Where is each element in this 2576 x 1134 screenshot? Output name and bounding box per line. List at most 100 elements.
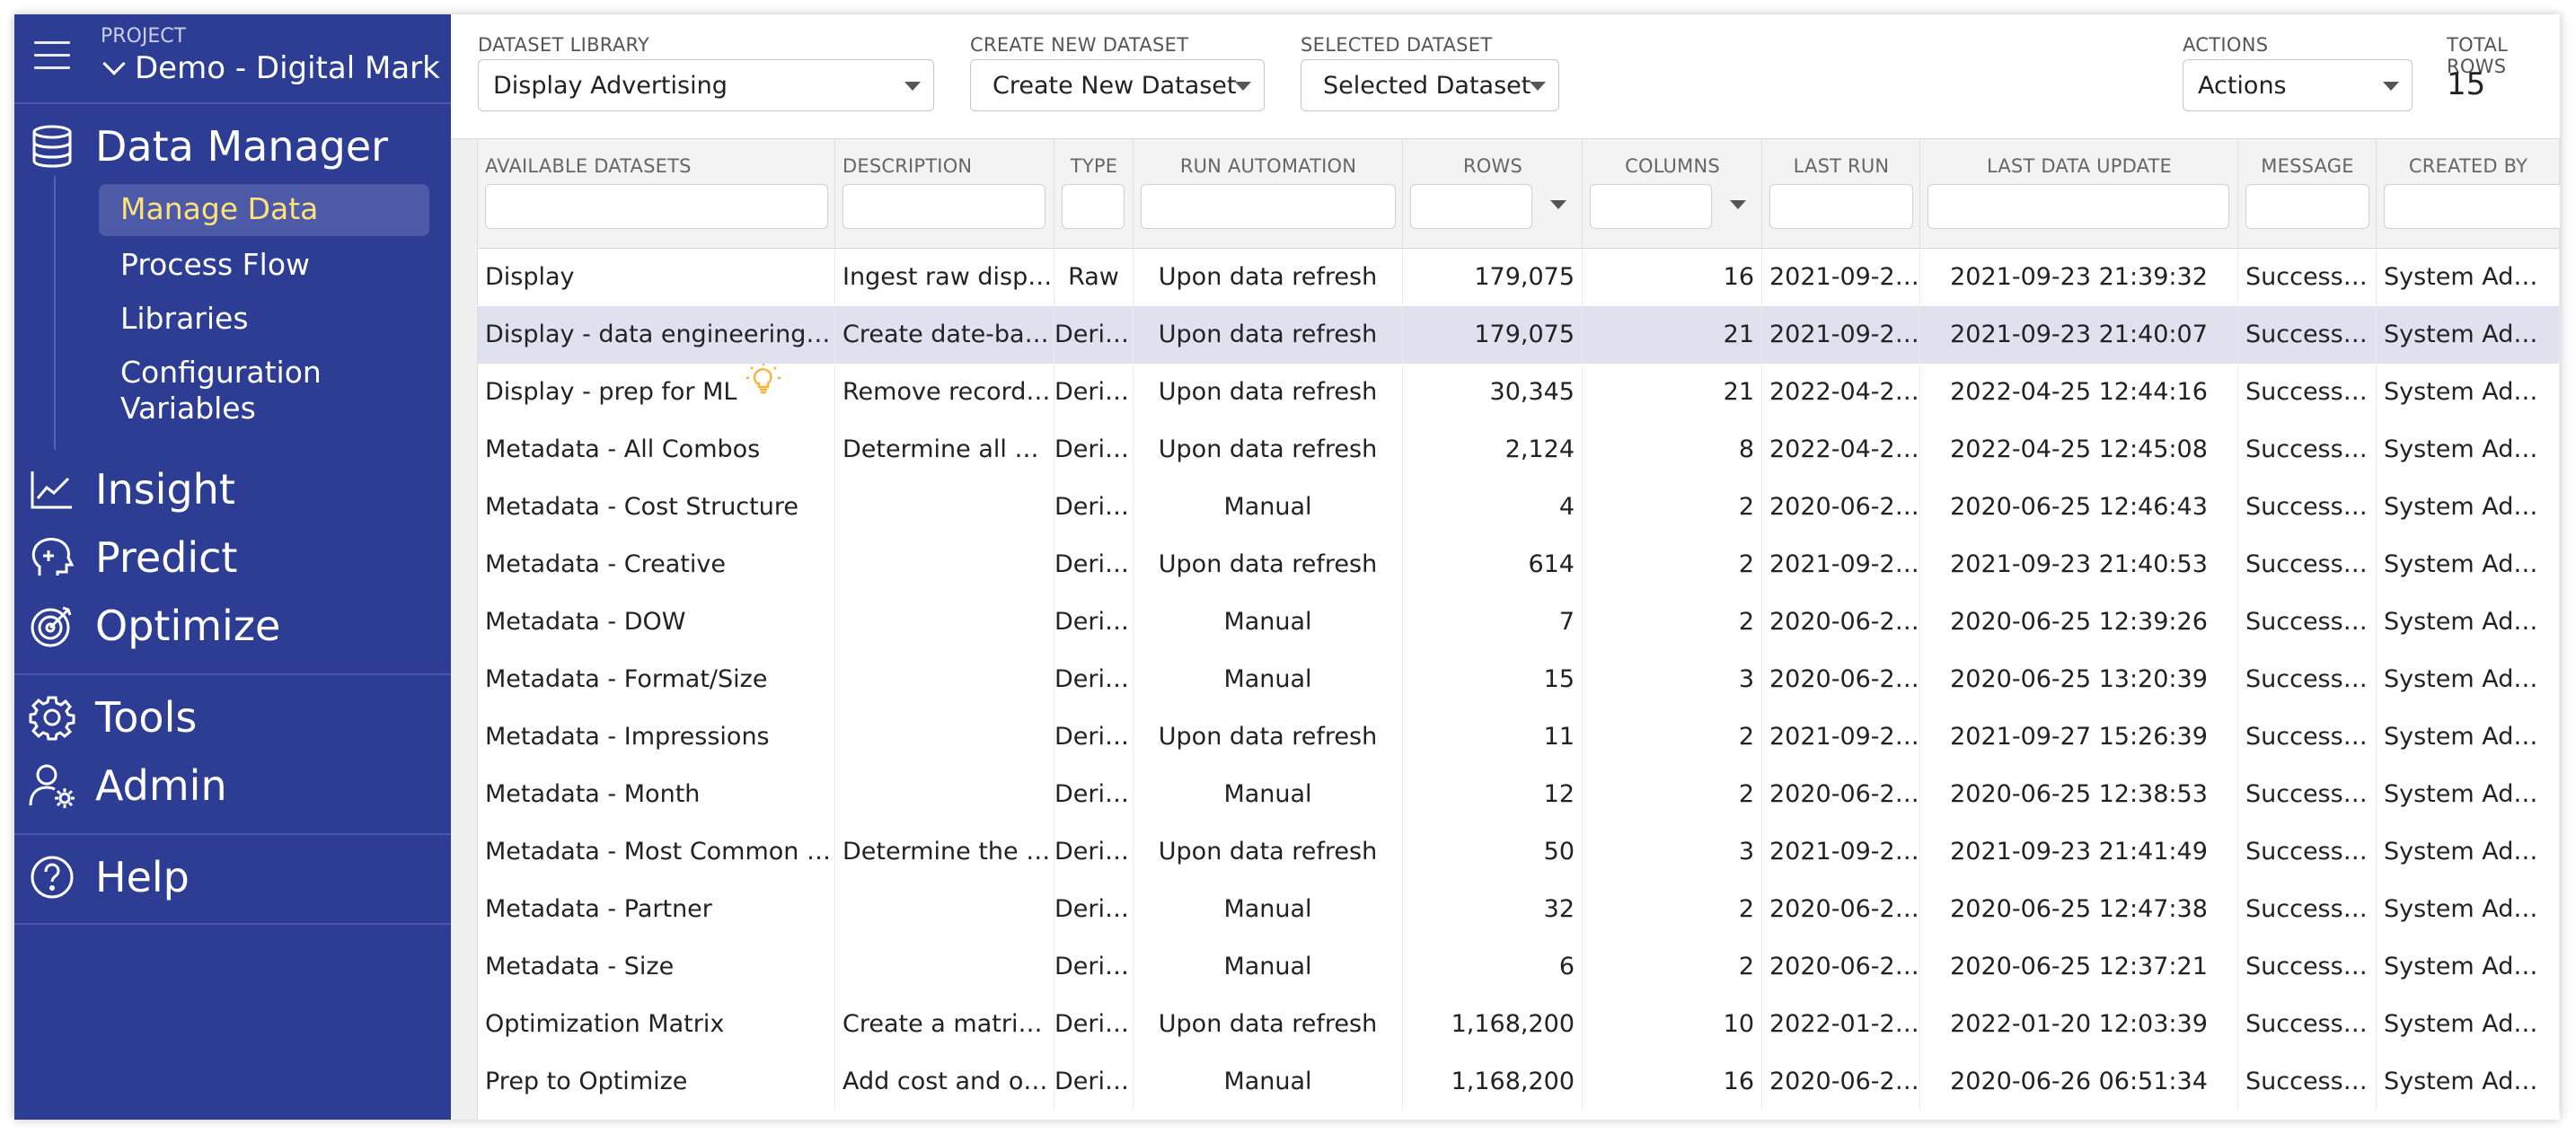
table-row[interactable]: Prep to Optimize Add cost and othe...Deri… [478,1053,2560,1111]
table-row[interactable]: Metadata - Creative Deriv... Upon data ref… [478,536,2560,593]
table-row[interactable]: Metadata - Month Deriv... Manual 12 2 2020-06… [478,766,2560,823]
nav-optimize[interactable]: Optimize [29,602,280,650]
column-filter-input[interactable] [1410,184,1532,229]
column-filter-input[interactable] [1769,184,1913,229]
column-header-description[interactable]: DESCRIPTION [835,139,1054,249]
cell-description: Create a matrix of ... [835,996,1054,1053]
cell-text: 21 [1723,378,1754,406]
cell-created-by: System Administr [2377,651,2560,708]
cell-last-run: 2022-01-20 1... [1762,996,1920,1053]
nav-sub-libraries[interactable]: Libraries [120,301,249,337]
cell-text: 2 [1738,493,1754,521]
table-row[interactable]: Metadata - DOW Deriv... Manual 7 2 2020-06-25… [478,593,2560,651]
cell-last-run: 2020-06-25 1... [1762,479,1920,536]
cell-last-run: 2022-04-25 1... [1762,421,1920,479]
column-header-run-automation[interactable]: RUN AUTOMATION [1134,139,1403,249]
column-header-available-datasets[interactable]: AVAILABLE DATASETS [478,139,835,249]
cell-columns: 21 [1583,306,1762,364]
column-header-last-run[interactable]: LAST RUN [1762,139,1920,249]
column-header-type[interactable]: TYPE [1054,139,1134,249]
nav-predict[interactable]: Predict [29,533,237,582]
target-icon [31,606,72,647]
nav-insight[interactable]: Insight [29,465,235,514]
cell-text: Upon data refresh [1158,263,1378,291]
brain-head-icon [31,538,75,576]
column-header-rows[interactable]: ROWS [1403,139,1583,249]
table-row[interactable]: Metadata - Cost Structure Deriv... Manual 4… [478,479,2560,536]
cell-text: 2 [1738,953,1754,980]
table-row[interactable]: Metadata - Most Common Crea... Determine … [478,823,2560,881]
cell-created-by: System Administr [2377,1053,2560,1111]
total-rows-value: 15 [2447,66,2486,102]
cell-type: Deriv... [1054,479,1134,536]
cell-last-data-update: 2021-09-23 21:40:53 [1920,536,2238,593]
table-row[interactable]: Display - prep for ML Remove records ...… [478,364,2560,421]
column-filter-input[interactable] [842,184,1045,229]
cell-columns: 2 [1583,881,1762,938]
nav-sub-process-flow[interactable]: Process Flow [120,247,310,283]
cell-text: Deriv... [1054,321,1134,348]
nav-data-manager[interactable]: Data Manager [29,122,388,171]
column-filter-input[interactable] [2384,184,2560,229]
nav-sub-manage-data[interactable]: Manage Data [99,184,429,236]
cell-text: 7 [1558,608,1575,636]
lightbulb-icon[interactable] [745,364,781,419]
column-header-columns[interactable]: COLUMNS [1583,139,1762,249]
cell-text: 2 [1738,780,1754,808]
cell-text: Successful ... [2245,723,2376,751]
filter-caret-icon[interactable] [1550,200,1566,209]
cell-text: Successful ... [2245,493,2376,521]
cell-description: Remove records ... [835,364,1054,421]
cell-text: 2 [1738,608,1754,636]
help-icon [31,856,74,899]
cell-text: 2022-04-25 12:44:16 [1950,378,2208,406]
dataset-library-select[interactable]: Display Advertising [478,59,934,111]
table-row[interactable]: Metadata - Format/Size Deriv... Manual 15 3 2… [478,651,2560,708]
cell-last-run: 2020-06-26 0... [1762,1053,1920,1111]
cell-text: Metadata - Creative [485,550,726,578]
column-filter-input[interactable] [1928,184,2229,229]
cell-last-data-update: 2021-09-23 21:40:07 [1920,306,2238,364]
table-row[interactable]: Metadata - All Combos Determine all uni..… [478,421,2560,479]
hamburger-menu-icon[interactable] [34,41,70,72]
nav-help[interactable]: Help [29,853,190,901]
table-row[interactable]: Metadata - Partner Deriv... Manual 32 2 2020-… [478,881,2560,938]
table-row[interactable]: Optimization Matrix Create a matrix of ..… [478,996,2560,1053]
table-row[interactable]: Display Ingest raw display ... Raw Upon dat… [478,249,2560,306]
column-filter-input[interactable] [1141,184,1396,229]
project-selector[interactable]: Demo - Digital Mark... [101,50,442,86]
column-filter-input[interactable] [1590,184,1712,229]
cell-created-by: System Administr [2377,766,2560,823]
selected-dataset-select[interactable]: Selected Dataset [1301,59,1559,111]
cell-text: Add cost and othe... [842,1068,1054,1095]
actions-select[interactable]: Actions [2183,59,2413,111]
cell-rows: 11 [1403,708,1583,766]
cell-text: System Administr [2384,895,2560,923]
table-row[interactable]: Metadata - Impressions Deriv... Upon data … [478,708,2560,766]
table-row[interactable]: Display - data engineering Create date-b… [478,306,2560,364]
cell-description [835,479,1054,536]
nav-tools-label: Tools [95,693,198,742]
column-header-created-by[interactable]: CREATED BY [2377,139,2560,249]
filter-caret-icon[interactable] [1730,200,1746,209]
cell-created-by: System Administr [2377,479,2560,536]
column-filter-input[interactable] [2245,184,2369,229]
project-label: PROJECT [101,25,187,48]
nav-sub-configuration-variables[interactable]: Configuration Variables [120,355,354,426]
column-header-message[interactable]: MESSAGE [2238,139,2377,249]
create-dataset-select[interactable]: Create New Dataset [970,59,1265,111]
cell-run-automation: Manual [1134,881,1403,938]
column-filter-input[interactable] [485,184,828,229]
user-gear-icon [29,764,75,808]
column-filter-input[interactable] [1062,184,1125,229]
cell-text: Manual [1223,780,1312,808]
cell-text: System Administr [2384,378,2560,406]
nav-tools[interactable]: Tools [29,693,197,742]
column-header-last-data-update[interactable]: LAST DATA UPDATE [1920,139,2238,249]
cell-text: 2020-06-25 12:38:53 [1950,780,2208,808]
cell-last-run: 2021-09-23 2... [1762,536,1920,593]
cell-run-automation: Manual [1134,479,1403,536]
nav-admin[interactable]: Admin [29,761,227,810]
table-row[interactable]: Metadata - Size Deriv... Manual 6 2 2020-06-2… [478,938,2560,996]
cell-text: System Administr [2384,435,2560,463]
